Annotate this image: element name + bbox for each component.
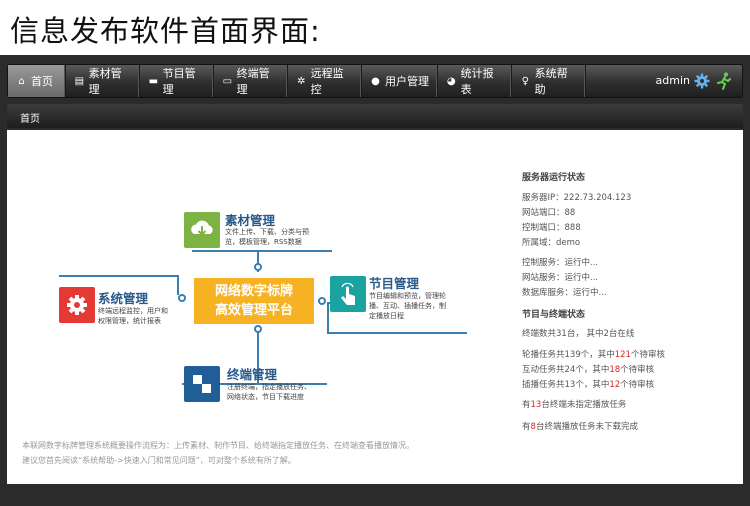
intro-line-2: 建议您首先阅读“系统帮助->快速入门和常见问题”，可对整个系统有所了解。	[22, 456, 296, 465]
insert-task-status: 插播任务共13个，其中12个待审核	[522, 378, 654, 390]
connector-line	[59, 275, 179, 277]
desc-line: 节目编辑和预览，管理轮	[369, 292, 446, 300]
logout-run-icon[interactable]	[716, 72, 732, 90]
desc-line: 定播放日程	[369, 312, 404, 320]
gear-icon: ✲	[297, 75, 306, 87]
count: 13	[530, 400, 542, 410]
intro-line-1: 本联网数字标牌管理系统概要操作流程为：上传素材、制作节目、给终端指定播放任务、在…	[22, 441, 414, 450]
text: 个待审核	[620, 365, 655, 375]
breadcrumb-bar: 首页	[7, 104, 743, 128]
connector-dot	[318, 297, 326, 305]
interactive-task-status: 互动任务共24个，其中18个待审核	[522, 363, 654, 375]
connector-line	[177, 275, 179, 295]
nav-item-help[interactable]: ♀ 系统帮助	[512, 65, 586, 97]
home-icon: ⌂	[18, 75, 25, 87]
text: 有	[522, 400, 531, 410]
connector-dot	[178, 294, 186, 302]
terminal-grid-icon	[184, 366, 220, 402]
nav-label: 素材管理	[88, 67, 122, 96]
app-window: ⌂ 首页 ▤ 素材管理 ▬ 节目管理 ▭ 终端管理 ✲ 远程监控 ● 用户管理 …	[0, 55, 750, 506]
loop-task-status: 轮播任务共139个，其中121个待审核	[522, 348, 665, 360]
bulb-icon: ♀	[521, 75, 529, 87]
user-name: admin	[655, 74, 690, 87]
connector-line	[327, 332, 467, 334]
center-line-2: 高效管理平台	[214, 303, 293, 318]
web-port: 网站端口：88	[522, 208, 576, 218]
connector-line	[192, 250, 332, 252]
main-nav: ⌂ 首页 ▤ 素材管理 ▬ 节目管理 ▭ 终端管理 ✲ 远程监控 ● 用户管理 …	[7, 64, 743, 98]
nav-label: 终端管理	[236, 67, 270, 96]
nav-item-terminal[interactable]: ▭ 终端管理	[214, 65, 288, 97]
terminal-title: 终端管理	[227, 367, 278, 382]
page-heading: 信息发布软件首面界面:	[10, 14, 321, 48]
nav-item-home[interactable]: ⌂ 首页	[8, 65, 66, 97]
terminal-desc: 注册终端，指定播放任务、 网络状态，节目下载进度	[227, 382, 311, 402]
terminal-count: 终端数共31台， 其中2台在线	[522, 329, 635, 339]
footer-bar	[7, 484, 743, 496]
web-service: 网站服务：运行中...	[522, 273, 599, 283]
server-status-title: 服务器运行状态	[522, 173, 586, 183]
nav-label: 远程监控	[310, 67, 344, 96]
desc-line: 终端远程监控，用户和	[98, 307, 168, 315]
center-line-1: 网络数字标牌	[214, 284, 293, 299]
desc-line: 播、互动、插播任务，制	[369, 302, 446, 310]
nav-item-program[interactable]: ▬ 节目管理	[140, 65, 214, 97]
desc-line: 权限管理，统计报表	[98, 317, 161, 325]
undownloaded-terminals: 有8台终端播放任务未下载完成	[522, 420, 638, 432]
breadcrumb: 首页	[20, 114, 40, 125]
desc-line: 览，模板管理，RSS数据	[225, 238, 302, 246]
user-icon: ●	[371, 75, 380, 87]
nav-item-material[interactable]: ▤ 素材管理	[66, 65, 140, 97]
nav-label: 统计报表	[460, 67, 494, 96]
text: 个待审核	[620, 380, 655, 390]
document-icon: ▤	[74, 75, 85, 87]
domain: 所属域：demo	[522, 238, 581, 248]
unassigned-terminals: 有13台终端未指定播放任务	[522, 398, 626, 410]
nav-item-user[interactable]: ● 用户管理	[362, 65, 438, 97]
nav-label: 首页	[31, 75, 53, 88]
desc-line: 网络状态，节目下载进度	[227, 393, 304, 401]
connector-dot	[254, 325, 262, 333]
nav-label: 节目管理	[162, 67, 196, 96]
count: 121	[614, 350, 631, 360]
desc-line: 文件上传、下载、分类与预	[225, 228, 309, 236]
text: 个待审核	[630, 350, 665, 360]
server-ip: 服务器IP：222.73.204.123	[522, 193, 632, 203]
db-service: 数据库服务：运行中...	[522, 288, 607, 298]
program-title: 节目管理	[369, 276, 420, 291]
nav-item-report[interactable]: ◕ 统计报表	[438, 65, 512, 97]
text: 插播任务共13个，其中	[522, 380, 610, 390]
text: 有	[522, 422, 531, 432]
control-service: 控制服务：运行中...	[522, 258, 599, 268]
folder-icon: ▬	[148, 75, 159, 87]
settings-gear-icon	[59, 287, 95, 323]
nav-item-remote-monitor[interactable]: ✲ 远程监控	[288, 65, 362, 97]
program-desc: 节目编辑和预览，管理轮 播、互动、插播任务，制 定播放日程	[369, 291, 446, 321]
text: 台终端播放任务未下载完成	[535, 422, 638, 432]
pie-chart-icon: ◕	[446, 75, 456, 87]
text: 台终端未指定播放任务	[541, 400, 627, 410]
platform-center-box: 网络数字标牌 高效管理平台	[194, 278, 314, 324]
touch-hand-icon	[330, 276, 366, 312]
settings-gear-icon[interactable]	[694, 73, 710, 89]
cloud-download-icon	[184, 212, 220, 248]
system-title: 系统管理	[98, 291, 149, 306]
count: 18	[609, 365, 621, 375]
program-status-title: 节目与终端状态	[522, 310, 586, 320]
main-content: 网络数字标牌 高效管理平台 素材管理 文件上传、下载、分类与预 览，模板管理，R…	[7, 130, 743, 484]
connector-dot	[254, 263, 262, 271]
count: 12	[609, 380, 621, 390]
nav-label: 系统帮助	[534, 67, 568, 96]
material-desc: 文件上传、下载、分类与预 览，模板管理，RSS数据	[225, 227, 309, 247]
nav-label: 用户管理	[385, 75, 429, 88]
text: 轮播任务共139个，其中	[522, 350, 615, 360]
monitor-icon: ▭	[222, 75, 233, 87]
text: 互动任务共24个，其中	[522, 365, 610, 375]
system-desc: 终端远程监控，用户和 权限管理，统计报表	[98, 306, 168, 326]
control-port: 控制端口：888	[522, 223, 581, 233]
connector-line	[327, 302, 329, 332]
desc-line: 注册终端，指定播放任务、	[227, 383, 311, 391]
